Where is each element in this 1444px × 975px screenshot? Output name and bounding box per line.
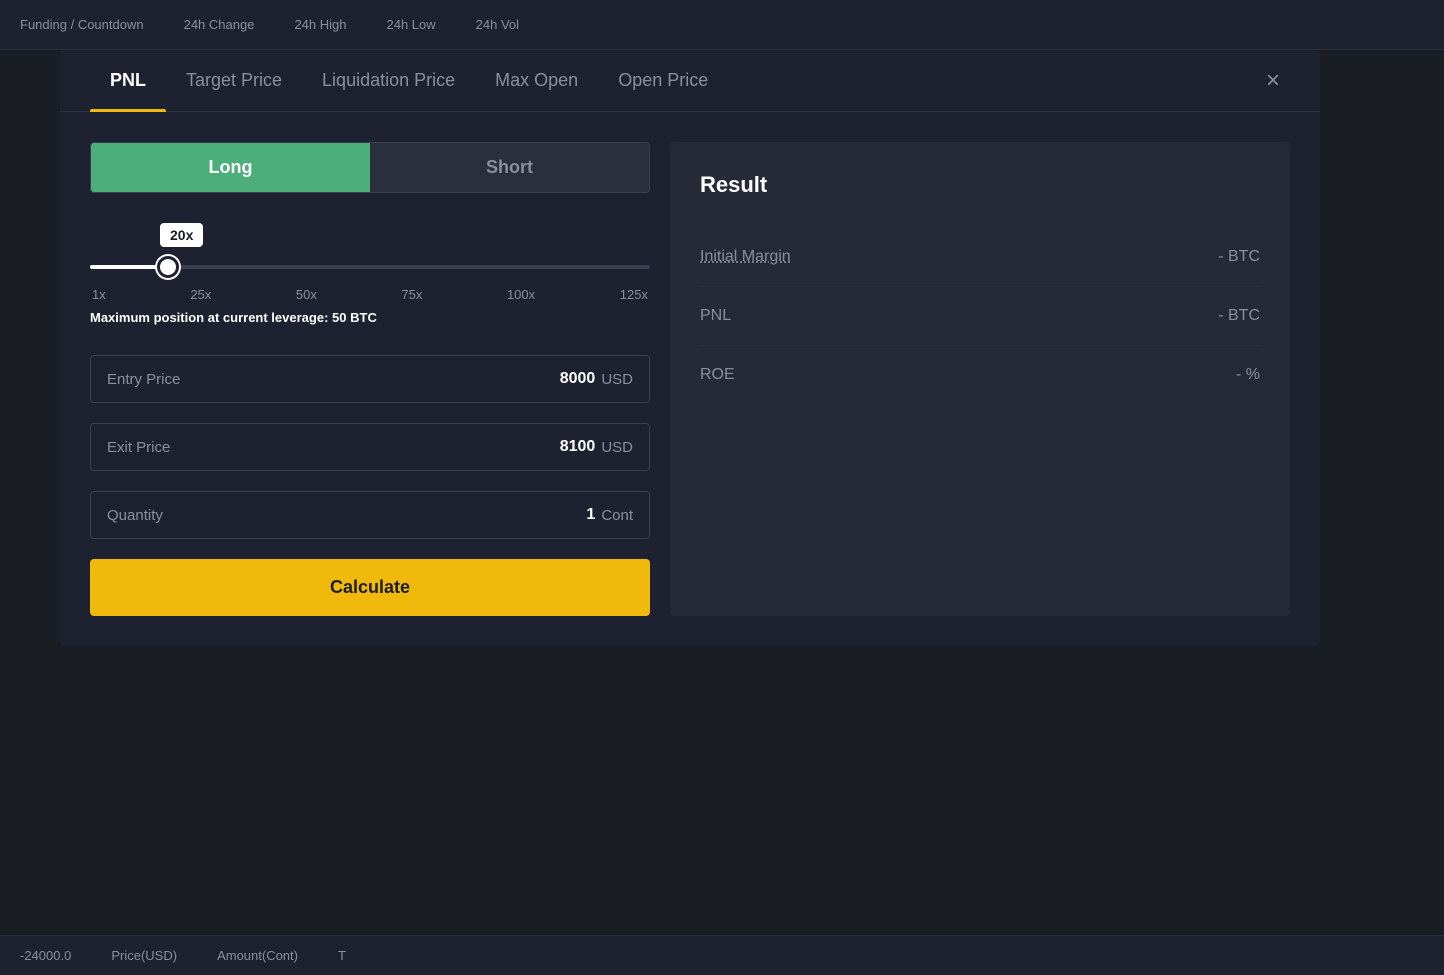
leverage-badge: 20x <box>160 223 203 247</box>
max-position-value: 50 <box>332 310 346 325</box>
result-row-pnl: PNL - BTC <box>700 287 1260 346</box>
pnl-label: PNL <box>700 307 1218 325</box>
entry-price-unit: USD <box>601 371 633 388</box>
leverage-slider-area: 20x 1x 25x 50x 75x 100x 125x Maximum <box>90 213 650 335</box>
max-position: Maximum position at current leverage: 50… <box>90 310 650 325</box>
quantity-field[interactable]: Quantity 1 Cont <box>90 491 650 539</box>
leverage-label-125x: 125x <box>620 287 648 302</box>
leverage-label-100x: 100x <box>507 287 535 302</box>
result-title: Result <box>700 172 1260 198</box>
entry-price-field[interactable]: Entry Price 8000 USD <box>90 355 650 403</box>
exit-price-label: Exit Price <box>107 439 560 456</box>
leverage-label-25x: 25x <box>190 287 211 302</box>
tab-bar: PNL Target Price Liquidation Price Max O… <box>60 50 1320 112</box>
low-label: 24h Low <box>386 17 435 32</box>
vol-label: 24h Vol <box>476 17 519 32</box>
tab-target-price[interactable]: Target Price <box>166 50 302 111</box>
tab-max-open[interactable]: Max Open <box>475 50 598 111</box>
exit-price-value: 8100 <box>560 438 596 456</box>
funding-label: Funding / Countdown <box>20 17 144 32</box>
slider-track <box>90 265 650 269</box>
slider-labels: 1x 25x 50x 75x 100x 125x <box>90 287 650 302</box>
leverage-label-75x: 75x <box>401 287 422 302</box>
roe-value: - % <box>1236 366 1260 384</box>
calculate-button[interactable]: Calculate <box>90 559 650 616</box>
result-row-roe: ROE - % <box>700 346 1260 404</box>
change-label: 24h Change <box>184 17 255 32</box>
leverage-label-50x: 50x <box>296 287 317 302</box>
tab-pnl[interactable]: PNL <box>90 50 166 111</box>
long-button[interactable]: Long <box>91 143 370 192</box>
entry-price-value: 8000 <box>560 370 596 388</box>
leverage-label-1x: 1x <box>92 287 106 302</box>
short-button[interactable]: Short <box>370 143 649 192</box>
direction-toggle: Long Short <box>90 142 650 193</box>
left-panel: Long Short 20x 1x 25x 50x 75x 100x <box>90 142 650 616</box>
exit-price-field[interactable]: Exit Price 8100 USD <box>90 423 650 471</box>
calculator-modal: PNL Target Price Liquidation Price Max O… <box>60 50 1320 646</box>
quantity-unit: Cont <box>601 507 633 524</box>
close-button[interactable]: × <box>1256 59 1290 103</box>
bottom-bar: -24000.0 Price(USD) Amount(Cont) T <box>0 935 1444 975</box>
bottom-amount: Amount(Cont) <box>217 948 298 963</box>
tab-open-price[interactable]: Open Price <box>598 50 728 111</box>
max-position-prefix: Maximum position at current leverage: <box>90 310 332 325</box>
exit-price-unit: USD <box>601 439 633 456</box>
quantity-value: 1 <box>586 506 595 524</box>
pnl-value: - BTC <box>1218 307 1260 325</box>
slider-container[interactable] <box>90 255 650 279</box>
bottom-price-usd: Price(USD) <box>111 948 177 963</box>
slider-thumb[interactable] <box>157 256 179 278</box>
initial-margin-value: - BTC <box>1218 248 1260 266</box>
bottom-price: -24000.0 <box>20 948 71 963</box>
tab-liquidation-price[interactable]: Liquidation Price <box>302 50 475 111</box>
roe-label: ROE <box>700 366 1236 384</box>
high-label: 24h High <box>294 17 346 32</box>
bottom-t: T <box>338 948 346 963</box>
initial-margin-label: Initial Margin <box>700 248 1218 266</box>
quantity-label: Quantity <box>107 507 586 524</box>
entry-price-label: Entry Price <box>107 371 560 388</box>
max-position-unit: BTC <box>350 310 377 325</box>
top-bar: Funding / Countdown 24h Change 24h High … <box>0 0 1444 50</box>
result-row-initial-margin: Initial Margin - BTC <box>700 228 1260 287</box>
right-panel: Result Initial Margin - BTC PNL - BTC RO… <box>670 142 1290 616</box>
content-area: Long Short 20x 1x 25x 50x 75x 100x <box>60 112 1320 646</box>
